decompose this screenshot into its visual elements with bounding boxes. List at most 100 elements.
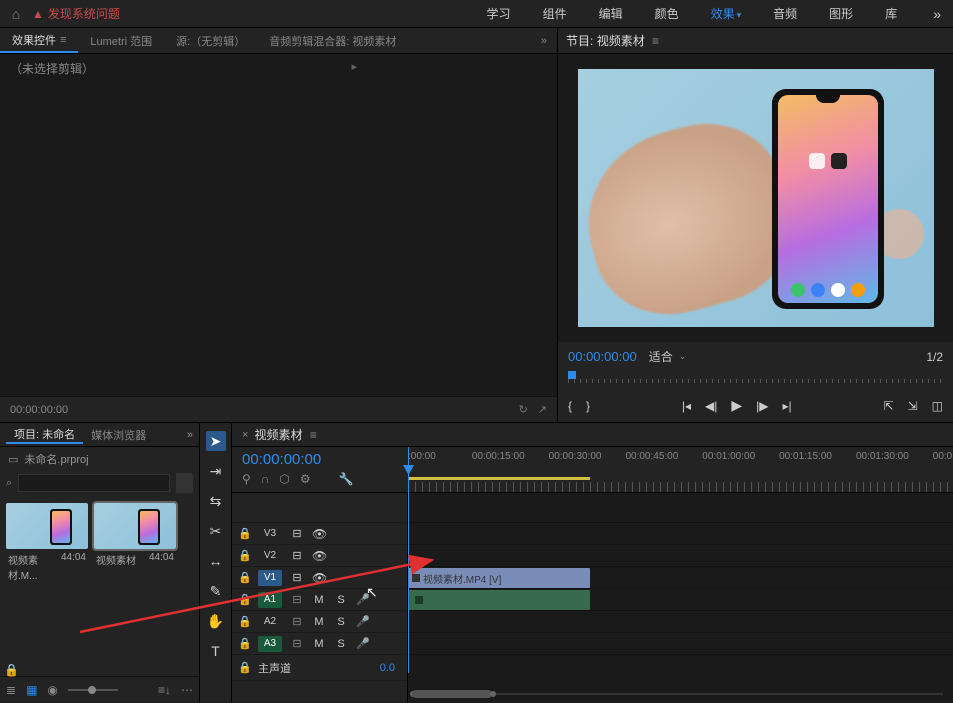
timeline-cross-icon[interactable]: × — [242, 429, 248, 441]
menu-learn[interactable]: 学习 — [471, 5, 527, 22]
timeline-content[interactable]: 视频素材.MP4 [V] — [408, 493, 953, 702]
lock-workspace-icon[interactable]: 🔒 — [4, 663, 19, 677]
audio-clip[interactable] — [408, 590, 590, 610]
solo-button[interactable]: S — [334, 594, 348, 606]
sequence-item[interactable]: 视频素材 44:04 — [94, 503, 176, 570]
track-select-tool[interactable]: ⇥ — [206, 461, 226, 481]
workspace-overflow-icon[interactable]: » — [921, 6, 953, 22]
track-master-header[interactable]: 🔒 主声道 0.0 — [232, 655, 407, 681]
timeline-timecode[interactable]: 00:00:00:00 — [242, 451, 398, 468]
toggle-output-icon[interactable]: ⊟ — [290, 571, 304, 584]
type-tool[interactable]: T — [206, 641, 226, 661]
sort-button[interactable]: ≡↓ — [158, 683, 171, 697]
wrench-icon[interactable]: 🔧 — [339, 472, 354, 486]
menu-effects[interactable]: 效果 — [695, 5, 758, 22]
track-v2-header[interactable]: 🔒 V2 ⊟ 👁 — [232, 545, 407, 567]
panel-overflow-icon[interactable]: » — [531, 35, 557, 47]
lift-button[interactable]: ⇱ — [884, 399, 894, 413]
menu-graphics[interactable]: 图形 — [813, 5, 869, 22]
timeline-tab[interactable]: 视频素材 ≡ — [254, 426, 316, 443]
expand-icon[interactable]: ▸ — [351, 60, 357, 73]
mark-out-button[interactable]: } — [586, 399, 590, 413]
lock-icon[interactable]: 🔒 — [238, 571, 250, 584]
menu-libraries[interactable]: 库 — [869, 5, 913, 22]
toggle-output-icon[interactable]: ⊟ — [290, 527, 304, 540]
toggle-output-icon[interactable]: ⊟ — [290, 549, 304, 562]
mic-icon[interactable]: 🎤 — [356, 615, 370, 628]
pen-tool[interactable]: ✎ — [206, 581, 226, 601]
selection-tool[interactable]: ➤ — [206, 431, 226, 451]
zoom-fit-dropdown[interactable]: 适合 ⌄ — [649, 348, 687, 365]
eye-icon[interactable]: 👁 — [312, 549, 327, 563]
linked-selection-icon[interactable]: ∩ — [261, 472, 270, 486]
timeline-ruler[interactable]: :00:00 00:00:15:00 00:00:30:00 00:00:45:… — [408, 447, 953, 492]
lock-icon[interactable]: 🔒 — [238, 661, 250, 674]
razor-tool[interactable]: ✂ — [206, 521, 226, 541]
marker-icon[interactable]: ⬡ — [279, 472, 289, 486]
tab-menu-icon[interactable]: ≡ — [652, 34, 659, 48]
thumbnail-size-slider[interactable] — [68, 689, 118, 691]
tab-menu-icon[interactable]: ≡ — [310, 428, 317, 442]
tab-media-browser[interactable]: 媒体浏览器 — [83, 427, 154, 443]
track-a2-header[interactable]: 🔒 A2 ⊟ M S 🎤 — [232, 611, 407, 633]
solo-button[interactable]: S — [334, 616, 348, 628]
master-level[interactable]: 0.0 — [380, 662, 395, 674]
icon-view-button[interactable]: ▦ — [26, 683, 37, 697]
play-button[interactable]: ▶ — [731, 397, 742, 414]
settings-icon[interactable]: ⚙ — [300, 472, 311, 486]
loop-icon[interactable]: ↻ — [519, 403, 528, 416]
go-to-in-button[interactable]: |◂ — [682, 399, 691, 413]
mute-button[interactable]: M — [312, 594, 326, 606]
menu-audio[interactable]: 音频 — [757, 5, 813, 22]
snap-icon[interactable]: ⚲ — [242, 472, 251, 486]
lock-icon[interactable]: 🔒 — [238, 527, 250, 540]
tab-lumetri-scopes[interactable]: Lumetri 范围 — [78, 28, 164, 53]
export-frame-button[interactable]: ◫ — [932, 399, 943, 413]
tab-effect-controls[interactable]: 效果控件 ≡ — [0, 28, 78, 53]
lock-icon[interactable]: 🔒 — [238, 615, 250, 628]
tab-menu-icon[interactable]: ≡ — [60, 34, 66, 46]
timeline-zoom-scrollbar[interactable] — [412, 690, 943, 698]
media-item[interactable]: 视频素材.M... 44:04 — [6, 503, 88, 585]
work-area-bar[interactable] — [408, 477, 590, 480]
slip-tool[interactable]: ↔ — [206, 551, 226, 571]
panel-overflow-icon[interactable]: » — [181, 429, 199, 441]
tab-audio-clip-mixer[interactable]: 音频剪辑混合器: 视频素材 — [257, 28, 408, 53]
mark-in-button[interactable]: { — [568, 399, 572, 413]
menu-edit[interactable]: 编辑 — [583, 5, 639, 22]
mic-icon[interactable]: 🎤 — [356, 637, 370, 650]
program-timecode[interactable]: 00:00:00:00 — [568, 349, 637, 364]
lock-icon[interactable]: 🔒 — [238, 637, 250, 650]
extract-button[interactable]: ⇲ — [908, 399, 918, 413]
lock-icon[interactable]: 🔒 — [238, 593, 250, 606]
home-icon[interactable]: ⌂ — [0, 6, 32, 22]
solo-button[interactable]: S — [334, 638, 348, 650]
mute-button[interactable]: M — [312, 616, 326, 628]
eye-icon[interactable]: 👁 — [312, 527, 327, 541]
step-back-button[interactable]: ◀| — [705, 399, 717, 413]
freeform-view-button[interactable]: ◉ — [47, 683, 57, 697]
program-scrubber[interactable] — [568, 371, 943, 391]
mic-icon[interactable]: 🎤 — [356, 593, 370, 606]
system-warning[interactable]: ▲ 发现系统问题 — [32, 5, 120, 22]
step-forward-button[interactable]: |▶ — [756, 399, 768, 413]
eye-icon[interactable]: 👁 — [312, 571, 327, 585]
tab-source[interactable]: 源:（无剪辑） — [164, 28, 257, 53]
hand-tool[interactable]: ✋ — [206, 611, 226, 631]
filter-button[interactable] — [176, 473, 193, 493]
menu-color[interactable]: 颜色 — [639, 5, 695, 22]
mute-button[interactable]: M — [312, 638, 326, 650]
more-button[interactable]: ⋯ — [181, 683, 193, 697]
go-to-out-button[interactable]: ▸| — [783, 399, 792, 413]
track-a3-header[interactable]: 🔒 A3 ⊟ M S 🎤 — [232, 633, 407, 655]
tab-project[interactable]: 项目: 未命名 — [6, 426, 83, 444]
track-v1-header[interactable]: 🔒 V1 ⊟ 👁 — [232, 567, 407, 589]
list-view-button[interactable]: ≣ — [6, 683, 16, 697]
track-v3-header[interactable]: 🔒 V3 ⊟ 👁 — [232, 523, 407, 545]
track-a1-header[interactable]: 🔒 A1 ⊟ M S 🎤 — [232, 589, 407, 611]
menu-assembly[interactable]: 组件 — [527, 5, 583, 22]
video-clip[interactable]: 视频素材.MP4 [V] — [408, 568, 590, 588]
program-monitor[interactable] — [558, 54, 953, 342]
lock-icon[interactable]: 🔒 — [238, 549, 250, 562]
ripple-edit-tool[interactable]: ⇆ — [206, 491, 226, 511]
